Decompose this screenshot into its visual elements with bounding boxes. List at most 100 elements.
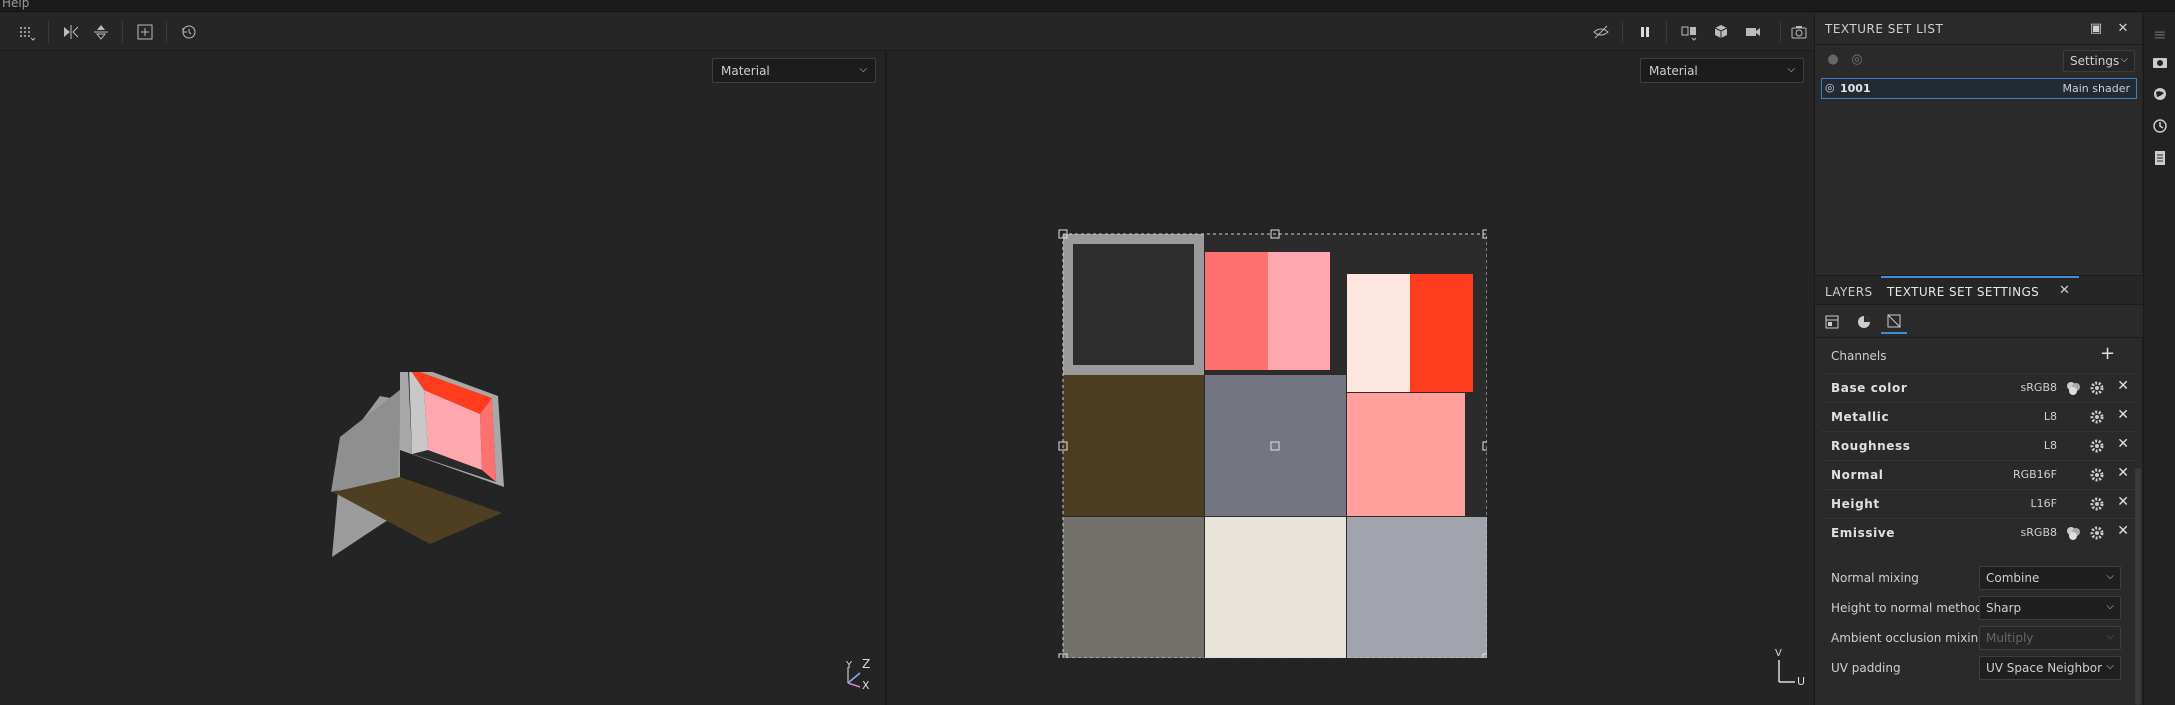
add-frame-icon[interactable] [132, 19, 158, 45]
viewport-3d-mode-select[interactable]: Material ⌵ [712, 58, 876, 83]
undock-icon[interactable]: ▣ [2088, 21, 2104, 37]
setting-label: Normal mixing [1831, 571, 1919, 585]
setting-select: Multiply ⌵ [1979, 626, 2121, 650]
material-icon[interactable] [1851, 310, 1877, 334]
remove-channel-icon[interactable]: ✕ [2117, 465, 2129, 481]
gear-icon[interactable] [2089, 525, 2105, 541]
close-icon[interactable]: ✕ [2115, 21, 2131, 37]
scrollbar[interactable] [2135, 468, 2141, 705]
hide-icon[interactable]: ● [1825, 52, 1841, 68]
setting-select[interactable]: UV Space Neighbor ⌵ [1979, 656, 2121, 680]
texture-set-list-title: TEXTURE SET LIST [1825, 22, 1944, 36]
channel-row[interactable]: Base color sRGB8 ✕ [1821, 373, 2137, 401]
tab-texture-set-settings[interactable]: TEXTURE SET SETTINGS [1887, 285, 2039, 299]
align-icon[interactable] [88, 19, 114, 45]
setting-row: UV padding UV Space Neighbor ⌵ [1821, 653, 2137, 683]
viewport-2d[interactable]: Material ⌵ V U [887, 52, 1814, 705]
axis-label-v: V [1775, 648, 1782, 659]
gear-icon[interactable] [2089, 409, 2105, 425]
eye-icon[interactable]: ◎ [1849, 52, 1865, 68]
eye-icon[interactable]: ◎ [1825, 81, 1835, 94]
pause-icon[interactable] [1632, 19, 1658, 45]
texture-set-row[interactable]: ◎ 1001 Main shader [1821, 78, 2137, 99]
setting-row: Height to normal method Sharp ⌵ [1821, 593, 2137, 623]
toolbar [0, 13, 1814, 51]
gear-icon[interactable] [2089, 380, 2105, 396]
texture-set-name: 1001 [1840, 82, 1871, 95]
history-icon[interactable] [2151, 117, 2169, 135]
viewport-3d-mode-label: Material [721, 64, 770, 78]
setting-row: Ambient occlusion mixing Multiply ⌵ [1821, 623, 2137, 653]
cube-icon[interactable] [1708, 19, 1734, 45]
channel-format[interactable]: L16F [2031, 497, 2057, 510]
viewport-2d-mode-select[interactable]: Material ⌵ [1640, 58, 1804, 83]
chevron-down-icon: ⌵ [2106, 571, 2114, 582]
uv-icon[interactable] [1881, 310, 1907, 334]
axis-label-y: Y [846, 660, 853, 671]
toolbar-separator [166, 21, 167, 43]
texture-set-list-toolbar: ● ◎ Settings ⌵ [1815, 46, 2143, 74]
setting-value: Multiply [1986, 631, 2034, 645]
add-channel-icon[interactable]: + [2100, 343, 2115, 364]
screenshot-icon[interactable] [1786, 19, 1812, 45]
channels-header: Channels [1831, 349, 1887, 363]
gear-icon[interactable] [2089, 438, 2105, 454]
viewport-3d[interactable]: Material ⌵ Y Z X [0, 52, 885, 705]
log-icon[interactable] [2151, 149, 2169, 167]
color-mix-icon[interactable] [2065, 525, 2081, 541]
symmetry-icon[interactable] [58, 19, 84, 45]
gear-icon[interactable] [2089, 467, 2105, 483]
setting-select[interactable]: Combine ⌵ [1979, 566, 2121, 590]
menu-help[interactable]: Help [2, 0, 29, 10]
hide-icon[interactable] [1588, 19, 1614, 45]
color-mix-icon[interactable] [2065, 380, 2081, 396]
remove-channel-icon[interactable]: ✕ [2117, 407, 2129, 423]
channel-format[interactable]: sRGB8 [2021, 526, 2057, 539]
grid-snap-icon[interactable] [14, 19, 40, 45]
uv-island-pink [1268, 252, 1330, 370]
channel-row[interactable]: Height L16F ✕ [1821, 489, 2137, 517]
chevron-down-icon: ⌵ [859, 64, 867, 75]
panel-tabs: LAYERS TEXTURE SET SETTINGS ✕ [1815, 275, 2143, 305]
channel-format[interactable]: sRGB8 [2021, 381, 2057, 394]
settings-subtabs [1815, 306, 2143, 338]
camera-settings-icon[interactable] [2151, 53, 2169, 71]
channel-name: Height [1831, 497, 1880, 511]
uv-island-inner [1073, 244, 1194, 365]
right-panel: TEXTURE SET LIST ▣ ✕ ● ◎ Settings ⌵ ◎ 10… [1814, 13, 2143, 705]
uv-map [1058, 229, 1487, 658]
toolbar-separator [1780, 21, 1781, 43]
tab-layers[interactable]: LAYERS [1825, 285, 1873, 299]
right-icon-strip: ≡ [2143, 13, 2175, 705]
chevron-down-icon: ⌵ [2106, 601, 2114, 612]
environment-icon[interactable] [2151, 85, 2169, 103]
remove-channel-icon[interactable]: ✕ [2117, 494, 2129, 510]
split-view-icon[interactable] [1676, 19, 1702, 45]
toolbar-separator [122, 21, 123, 43]
chevron-down-icon: ⌵ [2106, 661, 2114, 672]
channel-name: Emissive [1831, 526, 1895, 540]
settings-button[interactable]: Settings ⌵ [2063, 50, 2135, 72]
channel-format[interactable]: L8 [2044, 410, 2057, 423]
texture-settings-icon[interactable] [1819, 310, 1845, 334]
channel-row[interactable]: Roughness L8 ✕ [1821, 431, 2137, 459]
channel-row[interactable]: Emissive sRGB8 ✕ [1821, 518, 2137, 546]
toolbar-separator [1666, 21, 1667, 43]
setting-select[interactable]: Sharp ⌵ [1979, 596, 2121, 620]
channel-row[interactable]: Normal RGB16F ✕ [1821, 460, 2137, 488]
channel-format[interactable]: RGB16F [2013, 468, 2057, 481]
channel-row[interactable]: Metallic L8 ✕ [1821, 402, 2137, 430]
texture-set-list-header: TEXTURE SET LIST ▣ ✕ [1815, 13, 2143, 45]
axis-label-u: U [1797, 675, 1806, 688]
remove-channel-icon[interactable]: ✕ [2117, 436, 2129, 452]
remove-channel-icon[interactable]: ✕ [2117, 378, 2129, 394]
reset-icon[interactable] [176, 19, 202, 45]
channel-name: Normal [1831, 468, 1884, 482]
remove-channel-icon[interactable]: ✕ [2117, 523, 2129, 539]
close-tab-icon[interactable]: ✕ [2059, 283, 2070, 298]
camera-icon[interactable] [1740, 19, 1766, 45]
gear-icon[interactable] [2089, 496, 2105, 512]
uv-island-brown [1063, 375, 1204, 516]
channel-format[interactable]: L8 [2044, 439, 2057, 452]
chevron-down-icon: ⌵ [2120, 54, 2128, 65]
